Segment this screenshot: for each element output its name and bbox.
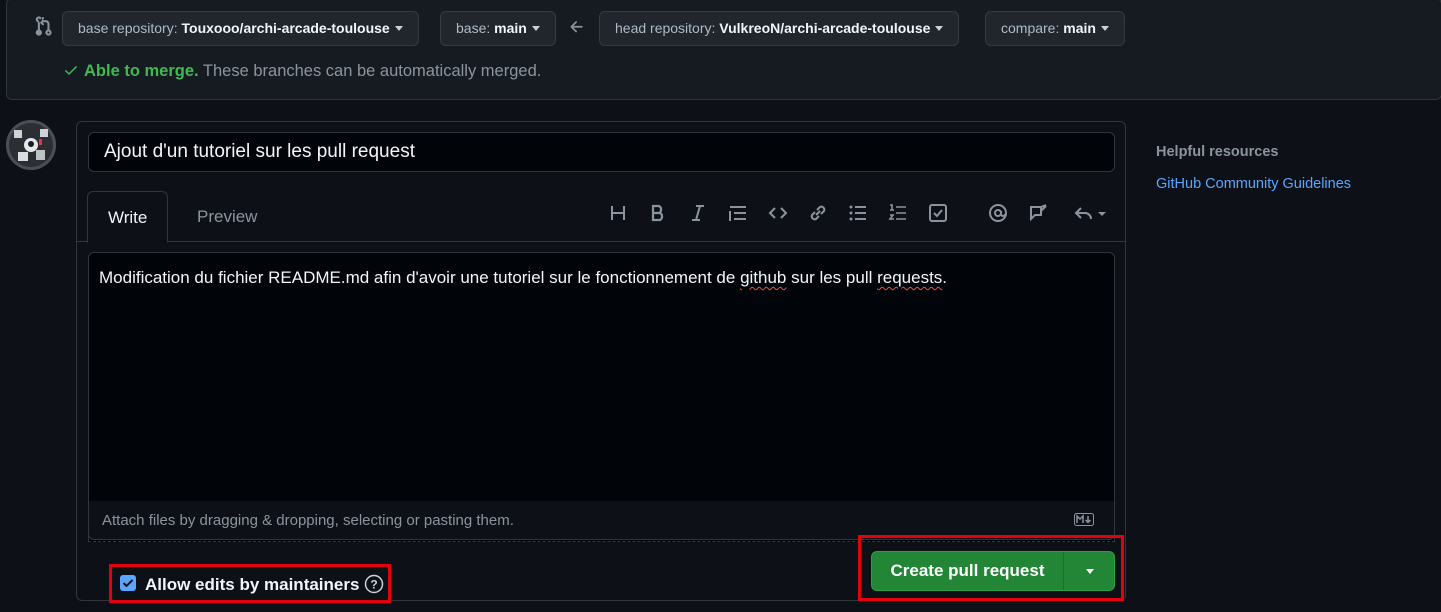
base-repository-label: base repository: bbox=[78, 20, 178, 36]
head-repository-value: VulkreoN/archi-arcade-toulouse bbox=[719, 20, 931, 36]
merge-status: Able to merge. These branches can be aut… bbox=[62, 62, 541, 81]
chevron-down-icon bbox=[935, 25, 944, 31]
avatar[interactable] bbox=[6, 120, 56, 170]
body-text-misspelled: github bbox=[740, 268, 787, 287]
svg-text:?: ? bbox=[370, 578, 377, 592]
chevron-down-icon bbox=[531, 25, 540, 31]
head-repository-label: head repository: bbox=[615, 20, 716, 36]
helpful-resources: Helpful resources GitHub Community Guide… bbox=[1156, 144, 1351, 192]
link-icon[interactable] bbox=[807, 202, 829, 224]
merge-status-title: Able to merge. bbox=[84, 62, 199, 80]
merge-status-description: These branches can be automatically merg… bbox=[202, 62, 542, 80]
base-repository-select[interactable]: base repository: Touxooo/archi-arcade-to… bbox=[62, 11, 419, 46]
code-icon[interactable] bbox=[767, 202, 789, 224]
tab-preview[interactable]: Preview bbox=[177, 191, 277, 242]
compare-branch-value: main bbox=[1063, 20, 1096, 36]
chevron-down-icon bbox=[1100, 25, 1109, 31]
create-pr-button-group: Create pull request bbox=[871, 551, 1115, 591]
compare-branch-label: compare: bbox=[1001, 20, 1060, 36]
cross-reference-icon[interactable] bbox=[1027, 202, 1049, 224]
check-icon bbox=[65, 66, 77, 75]
numbered-list-icon[interactable] bbox=[887, 202, 909, 224]
bulleted-list-icon[interactable] bbox=[847, 202, 869, 224]
base-repository-value: Touxooo/archi-arcade-toulouse bbox=[181, 20, 390, 36]
compare-arrows-icon bbox=[35, 16, 52, 36]
base-branch-label: base: bbox=[456, 20, 491, 36]
attach-hint: Attach files by dragging & dropping, sel… bbox=[102, 512, 514, 529]
markdown-icon[interactable] bbox=[1074, 513, 1094, 526]
chevron-down-icon bbox=[1086, 569, 1094, 574]
quote-icon[interactable] bbox=[727, 202, 749, 224]
reply-icon[interactable] bbox=[1073, 202, 1109, 224]
create-pr-dropdown-button[interactable] bbox=[1065, 552, 1115, 590]
allow-edits-checkbox[interactable] bbox=[120, 575, 136, 591]
pr-body-text: Modification du fichier README.md afin d… bbox=[99, 268, 947, 288]
base-branch-value: main bbox=[494, 20, 527, 36]
allow-edits-label: Allow edits by maintainers bbox=[145, 575, 360, 594]
chevron-down-icon bbox=[394, 25, 403, 31]
arrow-left-icon bbox=[570, 21, 583, 33]
tab-write[interactable]: Write bbox=[87, 191, 169, 243]
checkmark-icon bbox=[122, 579, 134, 588]
italic-icon[interactable] bbox=[687, 202, 709, 224]
mention-icon[interactable] bbox=[987, 202, 1009, 224]
body-text-misspelled: requests bbox=[877, 268, 943, 287]
pr-title-input[interactable]: Ajout d'un tutoriel sur les pull request bbox=[88, 132, 1115, 172]
editor-tabbar: Write Preview bbox=[77, 191, 1125, 243]
body-text-part: Modification du fichier README.md afin d… bbox=[99, 268, 741, 287]
pr-body-textarea[interactable]: Modification du fichier README.md afin d… bbox=[88, 252, 1115, 542]
heading-icon[interactable] bbox=[607, 202, 629, 224]
question-icon[interactable]: ? bbox=[364, 574, 384, 594]
create-pull-request-button[interactable]: Create pull request bbox=[872, 552, 1064, 590]
task-list-icon[interactable] bbox=[927, 202, 949, 224]
body-text-part: . bbox=[942, 268, 948, 287]
helpful-resources-heading: Helpful resources bbox=[1156, 144, 1279, 160]
body-text-part: sur les pull bbox=[786, 268, 878, 287]
compare-branch-select[interactable]: compare: main bbox=[985, 11, 1125, 46]
community-guidelines-link[interactable]: GitHub Community Guidelines bbox=[1156, 176, 1351, 192]
head-repository-select[interactable]: head repository: VulkreoN/archi-arcade-t… bbox=[599, 11, 960, 46]
bold-icon[interactable] bbox=[647, 202, 669, 224]
base-branch-select[interactable]: base: main bbox=[440, 11, 556, 46]
avatar-image bbox=[6, 120, 56, 170]
create-pr-highlight: Create pull request bbox=[858, 535, 1124, 601]
pull-request-composer: Ajout d'un tutoriel sur les pull request… bbox=[76, 121, 1126, 601]
allow-edits-highlight: Allow edits by maintainers ? bbox=[109, 564, 391, 603]
